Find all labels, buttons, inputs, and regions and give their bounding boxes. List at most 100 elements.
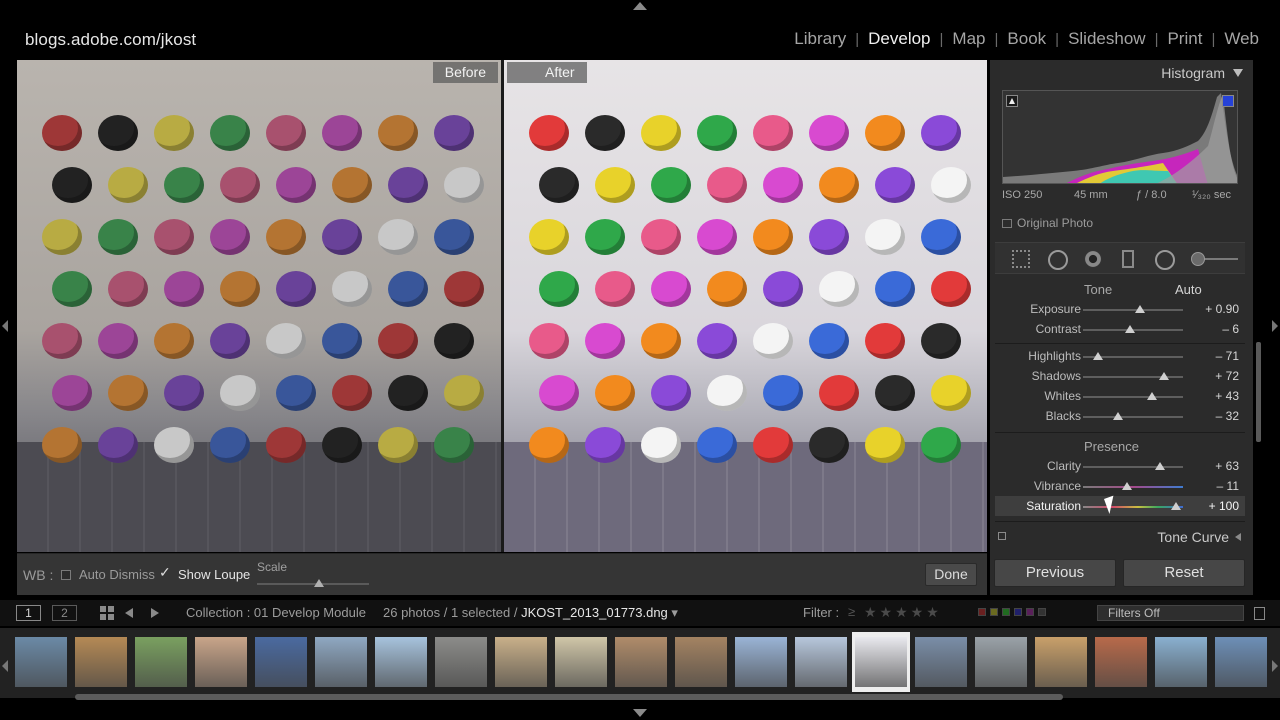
module-slideshow[interactable]: Slideshow	[1059, 29, 1155, 49]
main-window-button[interactable]: 1	[16, 605, 41, 621]
collection-source[interactable]: Collection : 01 Develop Module	[186, 605, 366, 620]
vibrance-slider-row[interactable]: Vibrance – 11	[995, 476, 1245, 496]
grid-view-icon[interactable]	[100, 606, 114, 620]
slider-track[interactable]	[1083, 309, 1183, 311]
highlight-clipping-icon[interactable]	[1222, 95, 1234, 107]
shadow-clipping-icon[interactable]	[1006, 95, 1018, 107]
exposure-slider-row[interactable]: Exposure + 0.90	[995, 299, 1245, 319]
filmstrip-thumbnail[interactable]	[1212, 632, 1270, 692]
slider-thumb[interactable]	[1171, 502, 1181, 510]
panel-switch-icon[interactable]	[998, 532, 1006, 540]
filmstrip-left-arrow-icon[interactable]	[2, 660, 8, 672]
slider-thumb[interactable]	[1093, 352, 1103, 360]
tone-curve-header[interactable]: Tone Curve	[995, 525, 1245, 549]
filmstrip-thumbnail[interactable]	[432, 632, 490, 692]
histogram-graph[interactable]	[1002, 90, 1238, 184]
star-rating-filter[interactable]: ★★★★★	[864, 604, 942, 621]
slider-track[interactable]	[1083, 466, 1183, 468]
module-develop[interactable]: Develop	[859, 29, 939, 49]
blacks-slider-row[interactable]: Blacks – 32	[995, 406, 1245, 426]
filmstrip-thumbnail[interactable]	[672, 632, 730, 692]
slider-thumb[interactable]	[1135, 305, 1145, 313]
contrast-slider-row[interactable]: Contrast – 6	[995, 319, 1245, 339]
slider-value[interactable]: – 71	[1216, 349, 1239, 363]
purple-label-icon[interactable]	[1026, 608, 1034, 616]
previous-button[interactable]: Previous	[994, 559, 1116, 587]
module-web[interactable]: Web	[1215, 29, 1268, 49]
right-panel-toggle-arrow-icon[interactable]	[1272, 320, 1278, 332]
module-print[interactable]: Print	[1158, 29, 1211, 49]
slider-thumb[interactable]	[1125, 325, 1135, 333]
before-photo[interactable]: Before	[17, 60, 501, 552]
panel-collapse-icon[interactable]	[1233, 69, 1243, 77]
graduated-filter-icon[interactable]	[1122, 250, 1134, 268]
no-label-icon[interactable]	[1038, 608, 1046, 616]
filmstrip-thumbnail[interactable]	[732, 632, 790, 692]
left-panel-toggle-arrow-icon[interactable]	[2, 320, 8, 332]
filmstrip-thumbnail[interactable]	[132, 632, 190, 692]
highlights-slider-row[interactable]: Highlights – 71	[995, 346, 1245, 366]
shadows-slider-row[interactable]: Shadows + 72	[995, 366, 1245, 386]
filmstrip-right-arrow-icon[interactable]	[1272, 660, 1278, 672]
after-photo[interactable]: After	[504, 60, 987, 552]
filmstrip-thumbnail[interactable]	[552, 632, 610, 692]
slider-value[interactable]: + 63	[1215, 459, 1239, 473]
slider-value[interactable]: – 11	[1217, 479, 1239, 493]
slider-track[interactable]	[1083, 396, 1183, 398]
filmstrip-thumbnail[interactable]	[1152, 632, 1210, 692]
clarity-slider-row[interactable]: Clarity + 63	[995, 456, 1245, 476]
histogram-header[interactable]: Histogram	[990, 60, 1253, 86]
slider-thumb[interactable]	[1147, 392, 1157, 400]
filmstrip-thumbnail[interactable]	[252, 632, 310, 692]
done-button[interactable]: Done	[925, 563, 977, 586]
panel-scrollbar[interactable]	[1256, 342, 1261, 442]
scale-slider[interactable]	[257, 583, 369, 585]
red-label-icon[interactable]	[978, 608, 986, 616]
filmstrip-thumbnail[interactable]	[1032, 632, 1090, 692]
scale-slider-thumb[interactable]	[314, 579, 324, 587]
radial-filter-icon[interactable]	[1155, 250, 1175, 270]
forward-arrow-icon[interactable]	[151, 608, 159, 618]
secondary-window-button[interactable]: 2	[52, 605, 77, 621]
panel-expand-icon[interactable]	[1235, 533, 1241, 541]
filmstrip-thumbnail[interactable]	[72, 632, 130, 692]
auto-dismiss-checkbox[interactable]	[61, 570, 71, 580]
original-photo-toggle[interactable]: Original Photo	[1002, 216, 1093, 230]
show-loupe-checkbox[interactable]: ✓	[159, 564, 171, 581]
filmstrip-thumbnail[interactable]	[372, 632, 430, 692]
slider-thumb[interactable]	[1155, 462, 1165, 470]
slider-value[interactable]: + 43	[1215, 389, 1239, 403]
filmstrip-thumbnail[interactable]	[1092, 632, 1150, 692]
top-panel-toggle-arrow-icon[interactable]	[633, 2, 647, 10]
filmstrip-thumbnail[interactable]	[12, 632, 70, 692]
filter-lock-icon[interactable]	[1254, 607, 1265, 620]
filter-presets-dropdown[interactable]: Filters Off	[1097, 605, 1244, 621]
filmstrip-thumbnail[interactable]	[852, 632, 910, 692]
slider-thumb[interactable]	[1122, 482, 1132, 490]
filmstrip-thumbnail[interactable]	[192, 632, 250, 692]
bottom-panel-toggle-arrow-icon[interactable]	[633, 709, 647, 717]
auto-tone-button[interactable]: Auto	[1175, 282, 1202, 297]
whites-slider-row[interactable]: Whites + 43	[995, 386, 1245, 406]
filmstrip-thumbnail[interactable]	[612, 632, 670, 692]
filmstrip-thumbnail[interactable]	[312, 632, 370, 692]
crop-overlay-icon[interactable]	[1012, 250, 1030, 268]
yellow-label-icon[interactable]	[990, 608, 998, 616]
photo-count[interactable]: 26 photos / 1 selected / JKOST_2013_0177…	[383, 605, 678, 621]
filmstrip-scrollbar[interactable]	[75, 694, 1063, 700]
back-arrow-icon[interactable]	[125, 608, 133, 618]
slider-value[interactable]: – 6	[1222, 322, 1239, 336]
red-eye-icon[interactable]	[1084, 250, 1102, 268]
slider-value[interactable]: + 100	[1209, 499, 1239, 513]
slider-thumb[interactable]	[1113, 412, 1123, 420]
original-photo-checkbox[interactable]	[1002, 219, 1012, 228]
color-label-filter[interactable]	[978, 608, 1046, 616]
saturation-slider-row[interactable]: Saturation + 100	[995, 496, 1245, 516]
slider-value[interactable]: + 0.90	[1205, 302, 1239, 316]
green-label-icon[interactable]	[1002, 608, 1010, 616]
reset-button[interactable]: Reset	[1123, 559, 1245, 587]
blue-label-icon[interactable]	[1014, 608, 1022, 616]
slider-track[interactable]	[1083, 416, 1183, 418]
slider-track[interactable]	[1083, 486, 1183, 488]
filmstrip-thumbnail[interactable]	[912, 632, 970, 692]
